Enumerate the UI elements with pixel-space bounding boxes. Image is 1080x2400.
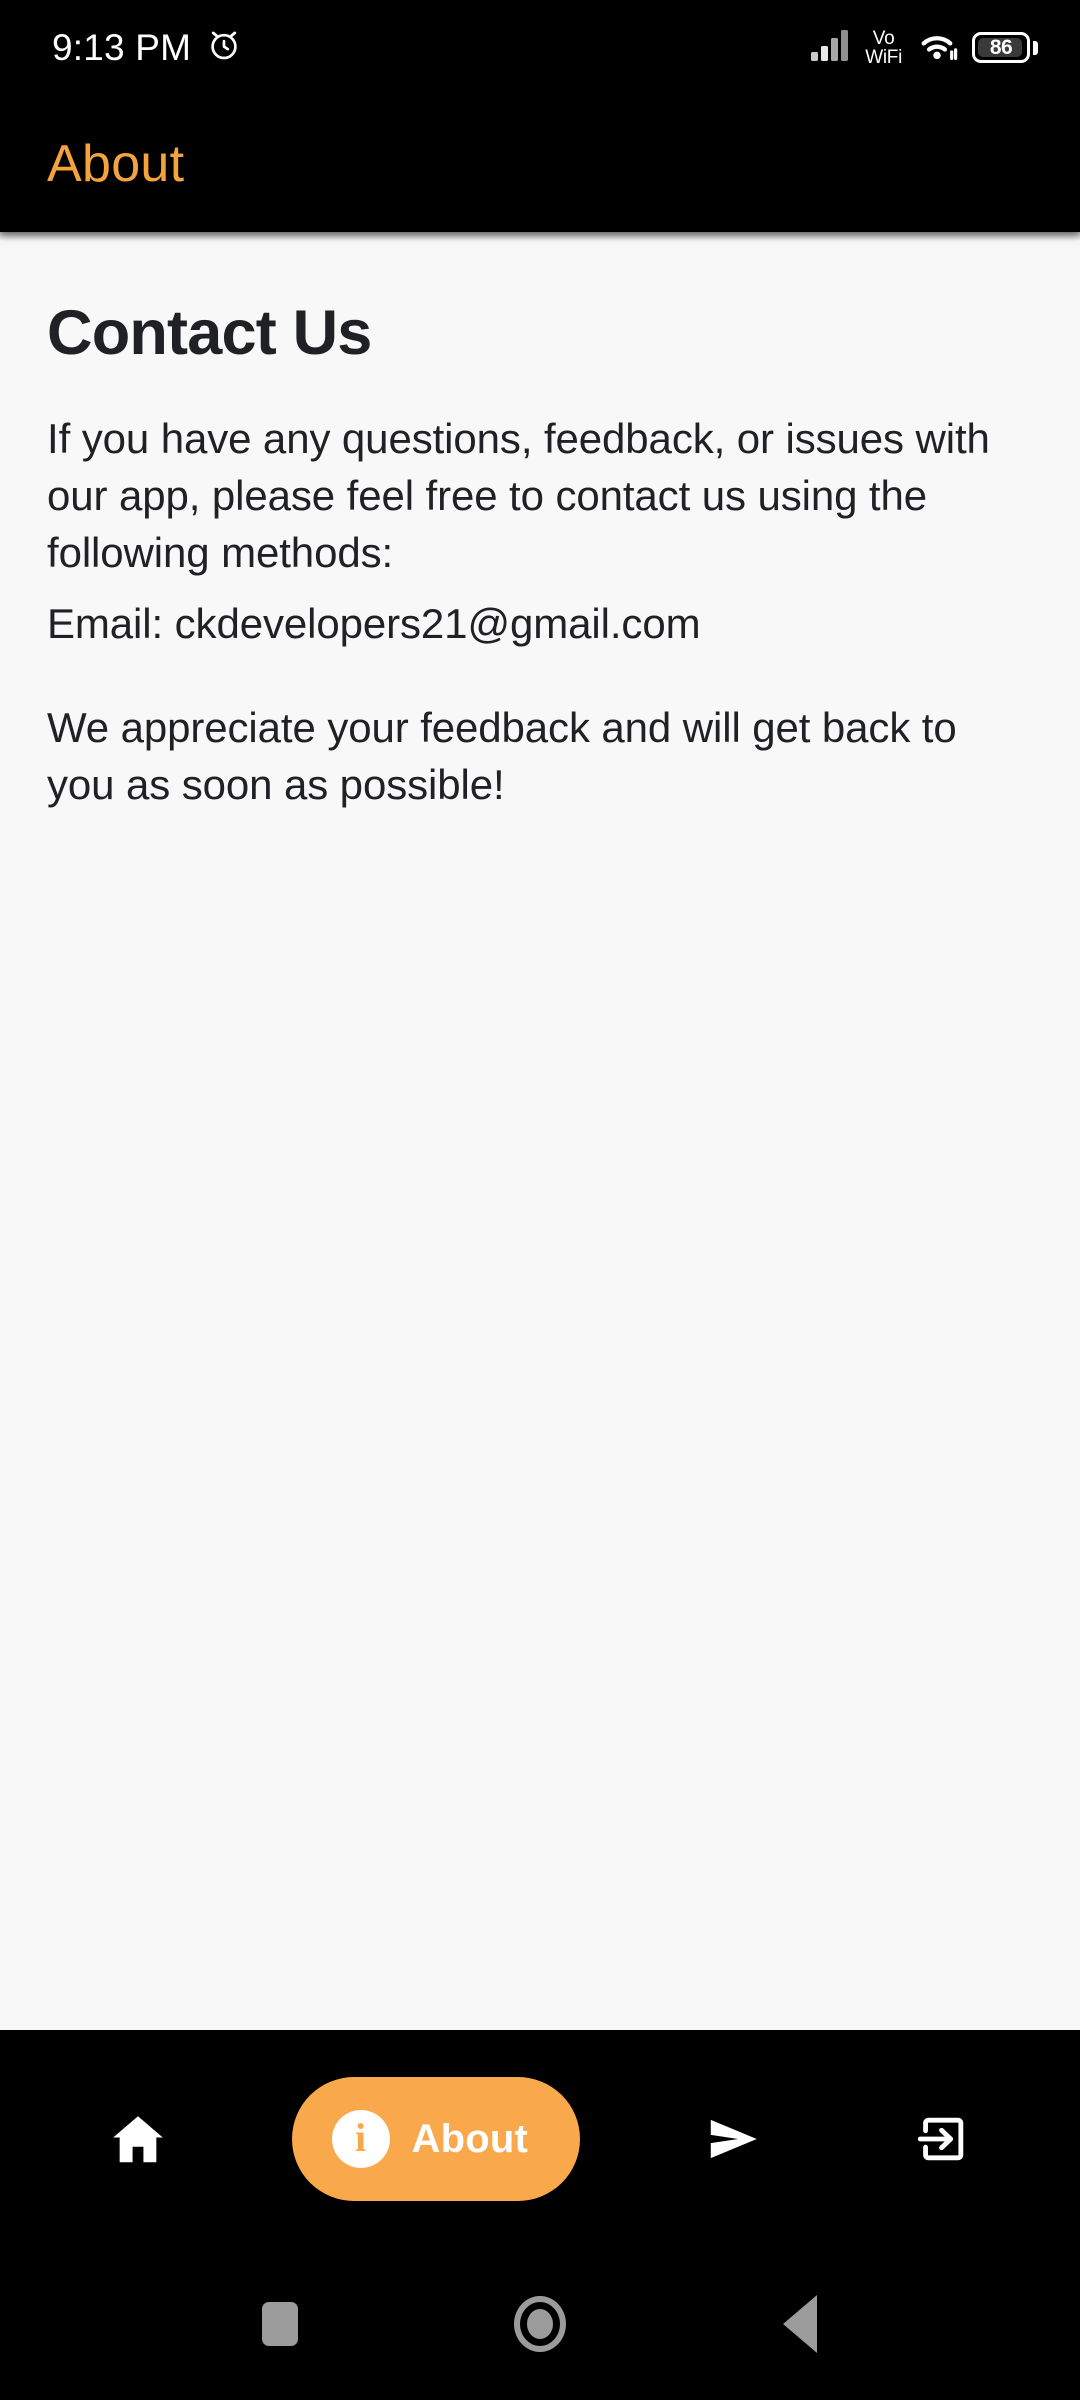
wifi-icon [915, 28, 959, 67]
home-circle-shape [514, 2296, 566, 2352]
back-triangle-shape [783, 2295, 817, 2353]
android-system-navigation [0, 2248, 1080, 2400]
app-bar: About [0, 95, 1080, 232]
status-bar-left: 9:13 PM [52, 26, 243, 69]
contact-email-line: Email: ckdevelopers21@gmail.com [47, 600, 701, 648]
info-icon: i [331, 2110, 390, 2168]
contact-intro-paragraph: If you have any questions, feedback, or … [47, 415, 990, 577]
content-area: Contact Us If you have any questions, fe… [0, 232, 1080, 2030]
vowifi-indicator: Vo WiFi [865, 29, 902, 67]
home-icon[interactable] [83, 2084, 193, 2194]
page-title: About [47, 134, 185, 193]
status-bar-clock: 9:13 PM [52, 27, 192, 68]
exit-to-app-icon[interactable] [887, 2084, 997, 2194]
vowifi-line-1: Vo [872, 27, 895, 49]
nav-item-send[interactable] [678, 2084, 788, 2194]
contact-closing-paragraph: We appreciate your feedback and will get… [47, 703, 957, 808]
nav-item-logout[interactable] [887, 2084, 997, 2194]
section-heading-contact-us: Contact Us [47, 298, 372, 368]
battery-indicator: 86 [972, 32, 1038, 63]
nav-pill-about-active[interactable]: i About [291, 2077, 581, 2201]
battery-percent-label: 86 [989, 36, 1013, 59]
status-bar: 9:13 PM Vo WiFi 86 [0, 0, 1080, 95]
back-triangle-icon[interactable] [745, 2269, 855, 2379]
alarm-clock-icon [205, 26, 243, 69]
nav-item-label-about: About [411, 2116, 529, 2161]
nav-item-about[interactable]: i About [291, 2077, 581, 2201]
home-circle-icon[interactable] [485, 2269, 595, 2379]
nav-item-home[interactable] [83, 2084, 193, 2194]
bottom-navigation-bar: i About [0, 2030, 1080, 2248]
recents-square-icon[interactable] [225, 2269, 335, 2379]
send-icon[interactable] [678, 2084, 788, 2194]
recents-square-shape [262, 2302, 298, 2346]
battery-body: 86 [972, 32, 1030, 63]
info-glyph: i [354, 2115, 367, 2160]
status-bar-right: Vo WiFi 86 [810, 28, 1038, 67]
battery-cap [1033, 40, 1038, 55]
cellular-signal-icon [810, 28, 852, 67]
vowifi-line-2: WiFi [865, 46, 902, 68]
phone-screen: 9:13 PM Vo WiFi 86 About Contact Us If y… [0, 0, 1080, 2400]
